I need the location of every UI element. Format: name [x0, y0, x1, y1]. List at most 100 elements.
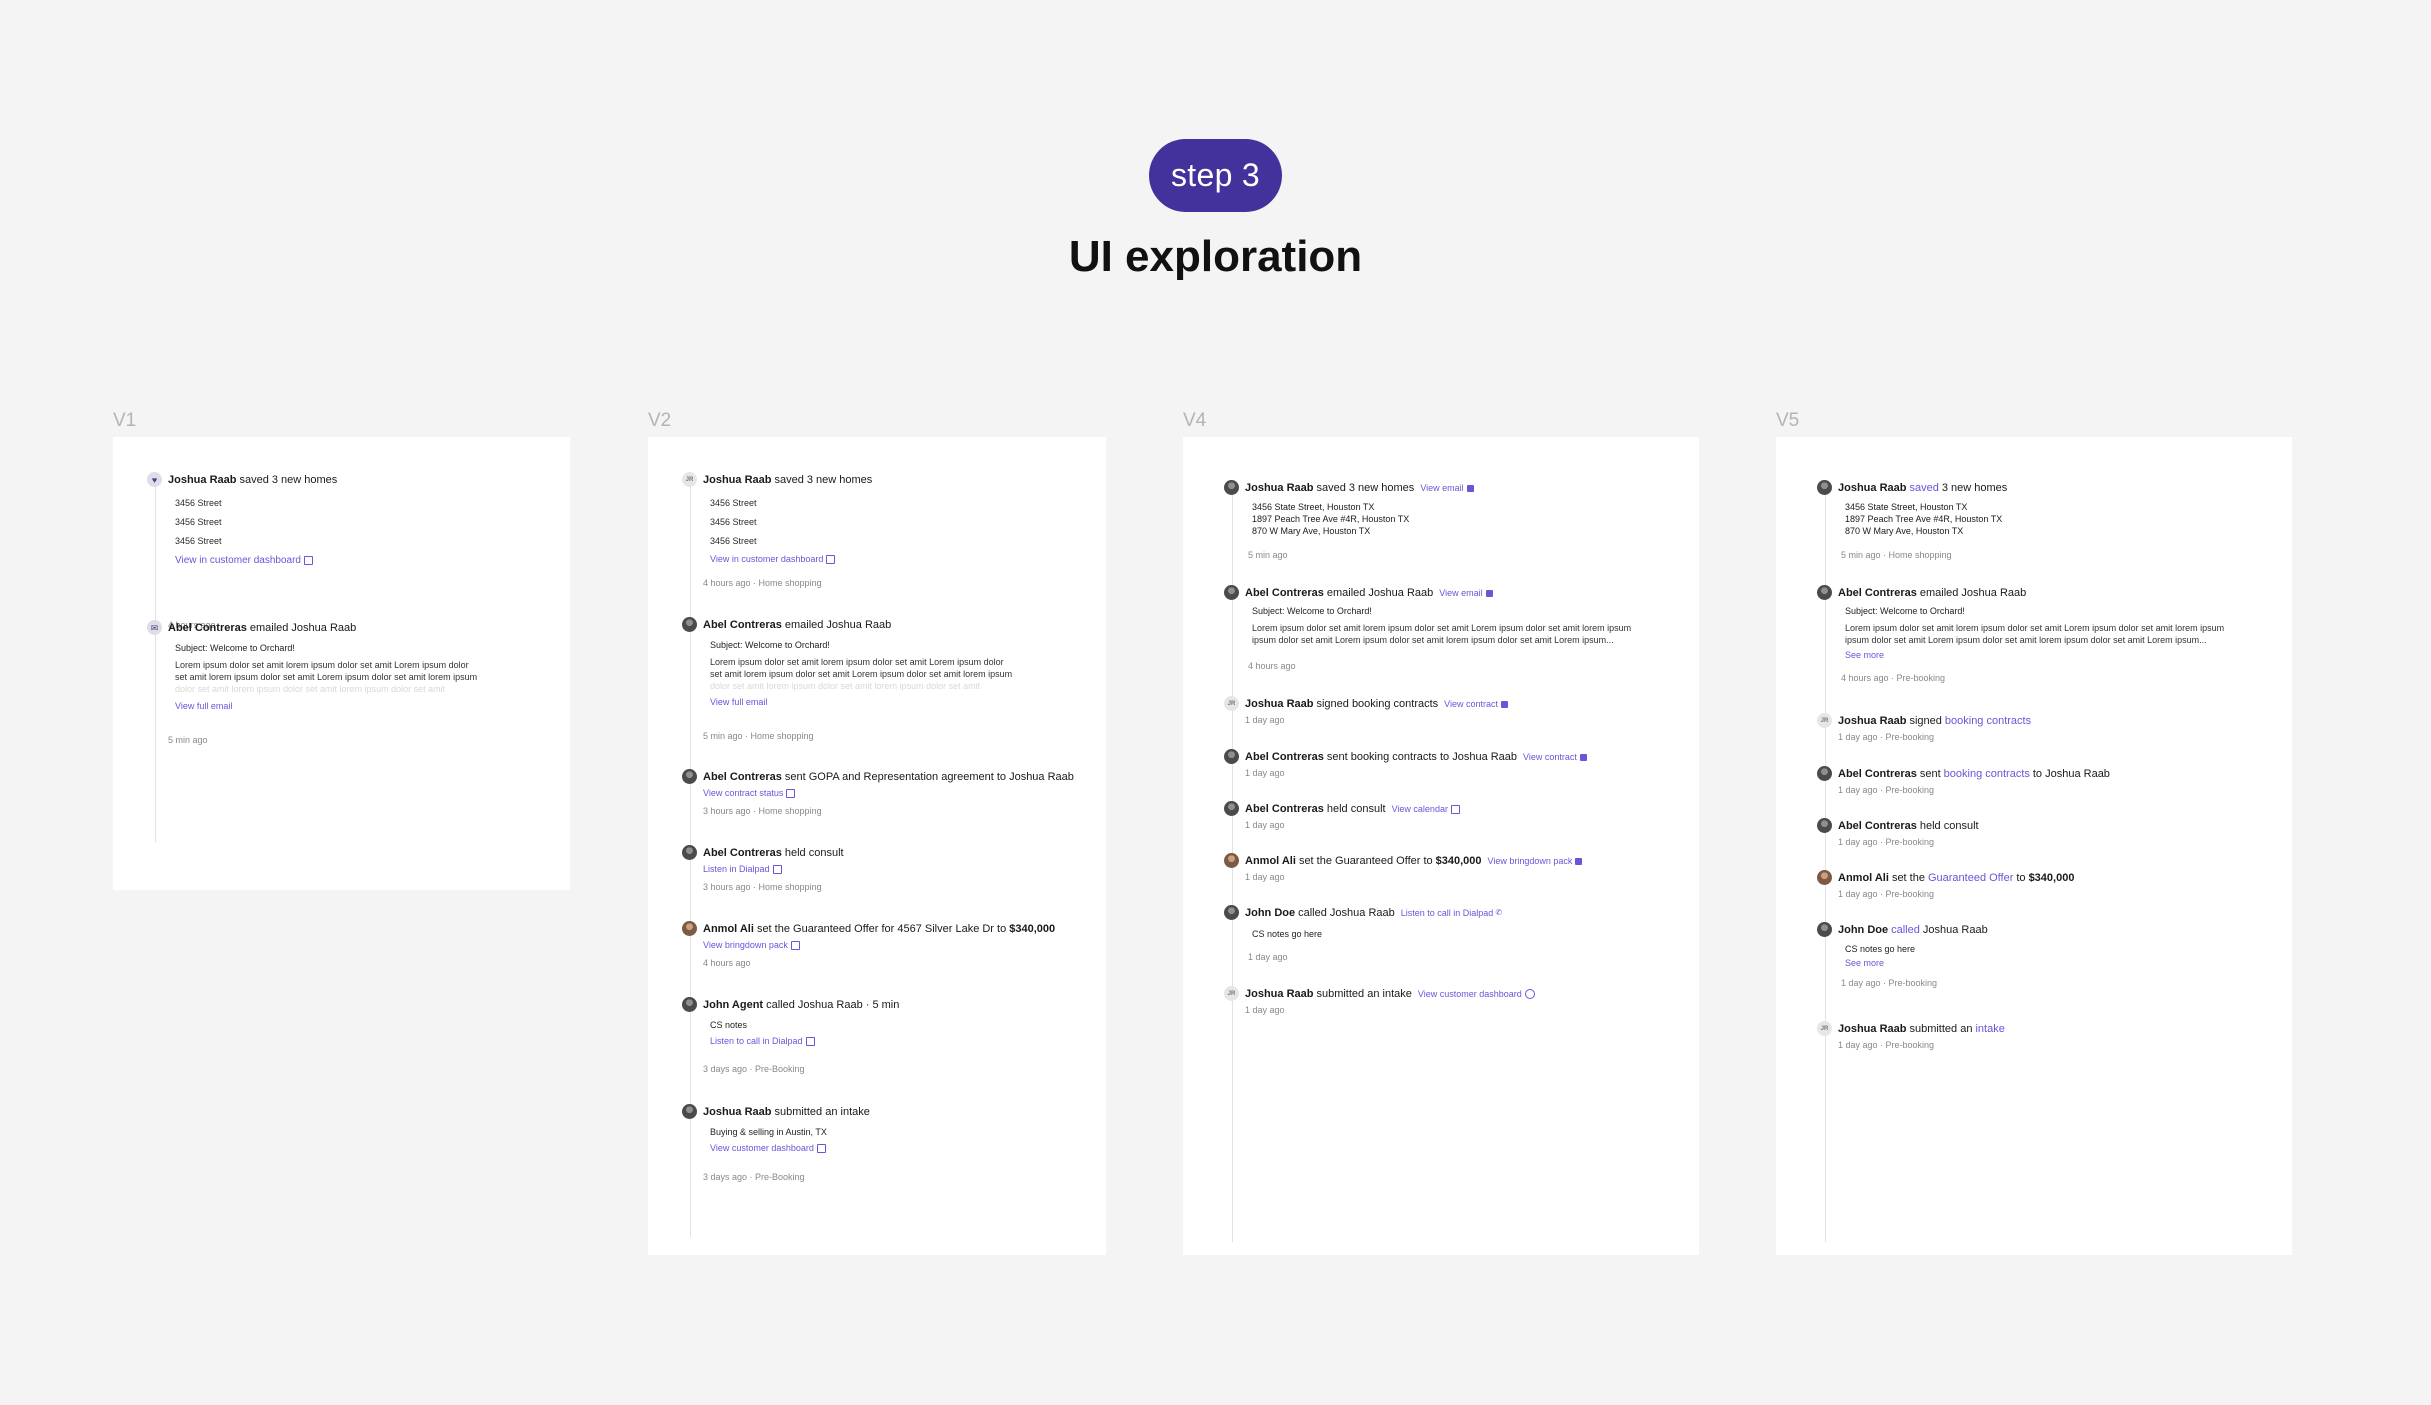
actor-name[interactable]: Abel Contreras: [1838, 819, 1917, 833]
actor-name[interactable]: Joshua Raab: [703, 473, 771, 487]
customer-dashboard-link[interactable]: View in customer dashboard: [710, 553, 836, 566]
actor-name[interactable]: Anmol Ali: [1838, 871, 1889, 885]
action-text: called Joshua Raab: [766, 999, 863, 1011]
timeline-entry: Abel Contreras emailed Joshua Raab Subje…: [1817, 585, 2224, 683]
timestamp: 1 day ago · Pre-booking: [1838, 732, 1935, 742]
customer-dashboard-link[interactable]: View customer dashboard: [1418, 987, 1522, 1001]
view-contract-link[interactable]: View contract: [1444, 697, 1498, 711]
user-icon: [1524, 989, 1535, 999]
actor-name[interactable]: Abel Contreras: [168, 621, 247, 635]
view-contract-link[interactable]: View contract: [1523, 750, 1577, 764]
avatar: [682, 617, 697, 632]
timestamp: 4 hours ago · Pre-booking: [1841, 673, 1946, 683]
address-line: 3456 Street: [710, 498, 757, 508]
actor-name[interactable]: Abel Contreras: [1245, 802, 1324, 816]
actor-name[interactable]: Joshua Raab: [703, 1105, 771, 1119]
timeline-entry: ♥ Joshua Raab saved 3 new homes 3456 Str…: [147, 472, 340, 630]
actor-name[interactable]: Abel Contreras: [1838, 767, 1917, 781]
address-line: 3456 State Street, Houston TX: [1252, 502, 1375, 512]
timeline-rail: [155, 477, 156, 842]
view-email-link[interactable]: View email: [1420, 481, 1463, 495]
timestamp: 5 min ago: [1248, 550, 1288, 560]
action-highlight[interactable]: saved: [1909, 481, 1938, 495]
avatar: [1224, 749, 1239, 764]
actor-name[interactable]: John Doe: [1245, 906, 1295, 920]
actor-name[interactable]: Joshua Raab: [1838, 1022, 1906, 1036]
actor-name[interactable]: Joshua Raab: [1838, 481, 1906, 495]
action-text: emailed Joshua Raab: [1919, 587, 2027, 599]
booking-contracts-link[interactable]: booking contracts: [1945, 714, 2031, 728]
actor-name[interactable]: Joshua Raab: [168, 473, 236, 487]
actor-name[interactable]: John Doe: [1838, 923, 1888, 937]
email-preview-line: dolor set amit lorem ipsum dolor set ami…: [710, 681, 981, 691]
timestamp: 1 day ago: [1245, 1005, 1285, 1015]
email-subject: Subject: Welcome to Orchard!: [1252, 606, 1372, 616]
mail-icon: [1485, 589, 1493, 597]
email-preview-line: ipsum dolor set amit Lorem ipsum dolor s…: [1252, 635, 1614, 645]
contract-status-link[interactable]: View contract status: [703, 788, 796, 799]
see-more-link[interactable]: See more: [1845, 650, 2224, 660]
action-text: set the: [1891, 872, 1925, 884]
timeline-entry: Abel Contreras emailed Joshua Raab Subje…: [682, 617, 1012, 741]
actor-name[interactable]: Abel Contreras: [703, 770, 782, 784]
guaranteed-offer-link[interactable]: Guaranteed Offer: [1928, 871, 2013, 885]
actor-name[interactable]: Joshua Raab: [1245, 697, 1313, 711]
timeline-entry: Joshua Raab submitted an intake Buying &…: [682, 1104, 873, 1182]
action-text: sent booking contracts to Joshua Raab: [1326, 751, 1518, 763]
external-link-icon: [786, 789, 796, 799]
avatar: [682, 845, 697, 860]
avatar: JR: [1224, 696, 1239, 711]
avatar: [1817, 585, 1832, 600]
actor-name[interactable]: Abel Contreras: [1245, 750, 1324, 764]
email-preview-line: Lorem ipsum dolor set amit lorem ipsum d…: [710, 657, 1004, 667]
dialpad-call-link[interactable]: Listen to call in Dialpad: [1401, 906, 1494, 920]
action-text: submitted an intake: [774, 1106, 870, 1118]
call-notes: CS notes go here: [1252, 929, 1323, 939]
address-line: 3456 Street: [175, 517, 222, 527]
actor-name[interactable]: Joshua Raab: [1245, 481, 1313, 495]
action-text: Joshua Raab: [1922, 924, 1988, 936]
view-full-email-link[interactable]: View full email: [175, 701, 477, 711]
called-link[interactable]: called: [1891, 923, 1920, 937]
view-calendar-link[interactable]: View calendar: [1392, 802, 1448, 816]
see-more-link[interactable]: See more: [1845, 958, 1915, 968]
timeline-entry: Anmol Ali set the Guaranteed Offer to $3…: [1817, 870, 2077, 899]
page-title: UI exploration: [1068, 232, 1363, 281]
actor-name[interactable]: John Agent: [703, 998, 763, 1012]
external-link-icon: [816, 1144, 826, 1154]
dialpad-link[interactable]: Listen in Dialpad: [703, 864, 782, 875]
dialpad-call-link[interactable]: Listen to call in Dialpad: [710, 1036, 815, 1047]
variant-label-v2: V2: [648, 410, 672, 431]
email-preview-line: ipsum dolor set amit Lorem ipsum dolor s…: [1845, 635, 2207, 645]
actor-name[interactable]: Joshua Raab: [1838, 714, 1906, 728]
customer-dashboard-link[interactable]: View in customer dashboard: [175, 554, 313, 567]
actor-name[interactable]: Abel Contreras: [703, 846, 782, 860]
timestamp: 4 hours ago · Home shopping: [703, 578, 822, 588]
address-line: 3456 Street: [175, 536, 222, 546]
avatar: JR: [1224, 986, 1239, 1001]
view-full-email-link[interactable]: View full email: [710, 697, 1012, 707]
panel-v1: ♥ Joshua Raab saved 3 new homes 3456 Str…: [113, 437, 570, 890]
timeline-entry: Abel Contreras sent booking contracts to…: [1224, 749, 1587, 778]
avatar: [1817, 480, 1832, 495]
actor-name[interactable]: Abel Contreras: [703, 618, 782, 632]
actor-name[interactable]: Anmol Ali: [1245, 854, 1296, 868]
timeline-entry: Abel Contreras held consult 1 day ago · …: [1817, 818, 1982, 847]
timeline-entry: Abel Contreras emailed Joshua Raab View …: [1224, 585, 1631, 671]
bringdown-pack-link[interactable]: View bringdown pack: [1488, 854, 1573, 868]
panel-v4: Joshua Raab saved 3 new homes View email…: [1183, 437, 1699, 1255]
actor-name[interactable]: Abel Contreras: [1245, 586, 1324, 600]
external-link-icon: [805, 1037, 815, 1047]
avatar: [1817, 766, 1832, 781]
email-preview-line: Lorem ipsum dolor set amit lorem ipsum d…: [1845, 623, 2225, 633]
view-email-link[interactable]: View email: [1439, 586, 1482, 600]
actor-name[interactable]: Abel Contreras: [1838, 586, 1917, 600]
intake-link[interactable]: intake: [1975, 1022, 2004, 1036]
avatar: [1224, 853, 1239, 868]
actor-name[interactable]: Joshua Raab: [1245, 987, 1313, 1001]
actor-name[interactable]: Anmol Ali: [703, 922, 754, 936]
offer-amount: $340,000: [1435, 855, 1482, 867]
booking-contracts-link[interactable]: booking contracts: [1944, 767, 2030, 781]
bringdown-pack-link[interactable]: View bringdown pack: [703, 940, 800, 951]
customer-dashboard-link[interactable]: View customer dashboard: [710, 1143, 827, 1154]
